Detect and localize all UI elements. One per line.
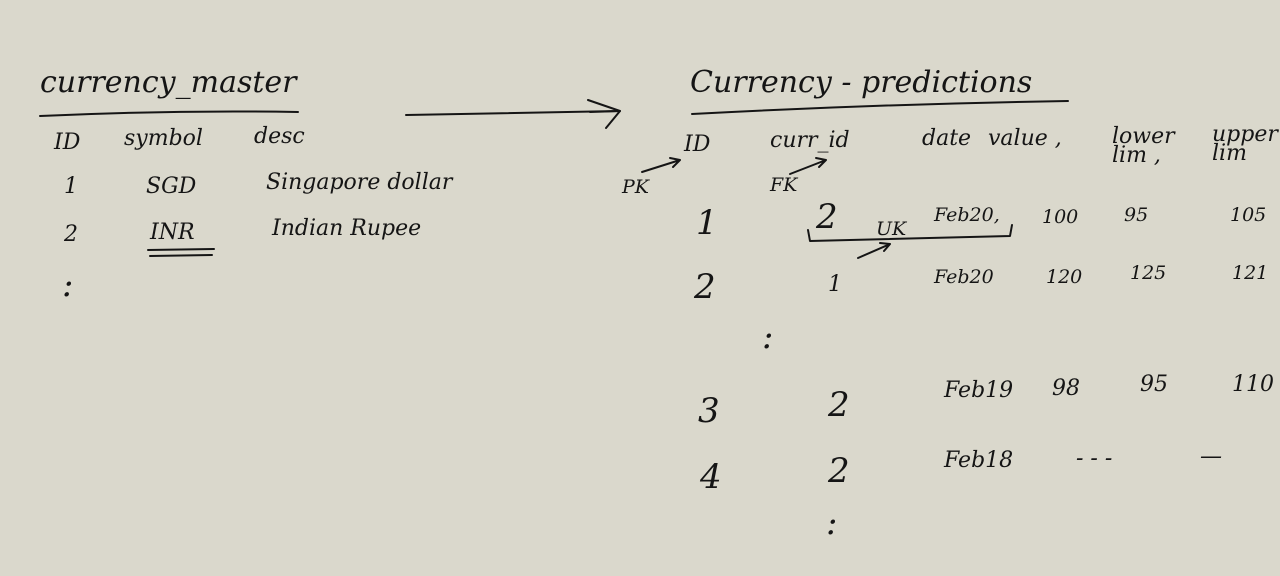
left-header-desc: desc xyxy=(254,124,305,149)
right-row1-date: Feb20, xyxy=(934,204,1000,226)
right-row3-id: 3 xyxy=(698,391,720,431)
pk-label: PK xyxy=(622,176,649,198)
right-row3-value: 98 xyxy=(1052,376,1080,401)
right-row4-date: Feb18 xyxy=(944,448,1014,473)
right-row1-upper: 105 xyxy=(1230,204,1267,226)
right-row1-lower: 95 xyxy=(1124,204,1149,226)
right-row4-id: 4 xyxy=(700,457,722,497)
right-bottom-continuation-dots: : xyxy=(826,503,838,543)
whiteboard-canvas: currency_master ID symbol desc 1 SGD Sin… xyxy=(0,0,1280,576)
left-row2-desc: Indian Rupee xyxy=(272,216,422,241)
right-header-date: date xyxy=(922,126,972,151)
inr-double-underline xyxy=(147,248,215,257)
fk-label: FK xyxy=(770,174,798,196)
right-row4-upper: — xyxy=(1200,444,1222,469)
right-row2-id: 2 xyxy=(694,267,716,307)
right-table-title: Currency - predictions xyxy=(690,65,1033,100)
right-header-id: ID xyxy=(684,132,711,157)
left-title-underline xyxy=(39,110,299,117)
right-title-underline xyxy=(691,100,1069,115)
right-row2-date: Feb20 xyxy=(934,266,994,288)
right-row2-value: 120 xyxy=(1046,266,1083,288)
left-header-symbol: symbol xyxy=(124,126,203,151)
left-row1-id: 1 xyxy=(64,174,78,199)
left-row2-symbol: INR xyxy=(150,220,195,245)
right-row1-curr-id: 2 xyxy=(816,197,838,237)
crows-foot-icon xyxy=(587,99,621,129)
right-row4-curr-id: 2 xyxy=(828,451,850,491)
right-mid-continuation-dots: : xyxy=(762,317,774,357)
right-header-curr-id: curr_id xyxy=(770,128,850,153)
right-row2-curr-id: 1 xyxy=(828,272,842,297)
uk-label: UK xyxy=(876,218,907,240)
left-header-id: ID xyxy=(54,130,81,155)
right-header-upper-lim: upper lim xyxy=(1212,122,1278,166)
left-row2-id: 2 xyxy=(64,222,78,247)
uk-arrow-icon xyxy=(857,242,891,259)
right-row3-upper: 110 xyxy=(1232,372,1274,397)
right-row2-lower: 125 xyxy=(1130,262,1167,284)
left-table-title: currency_master xyxy=(40,65,297,100)
left-continuation-dots: : xyxy=(62,265,74,305)
right-row2-upper: 121 xyxy=(1232,262,1269,284)
left-row1-desc: Singapore dollar xyxy=(266,170,453,195)
right-row1-id: 1 xyxy=(696,203,718,243)
right-row3-curr-id: 2 xyxy=(828,385,850,425)
uk-bracket xyxy=(807,224,1013,242)
left-row1-symbol: SGD xyxy=(146,174,197,199)
relationship-line xyxy=(405,110,621,116)
right-row3-lower: 95 xyxy=(1140,372,1168,397)
right-header-value: value , xyxy=(988,126,1062,151)
fk-arrow-icon xyxy=(789,157,827,175)
right-header-lower-lim: lower lim , xyxy=(1112,124,1175,168)
pk-arrow-icon xyxy=(641,157,681,173)
right-row3-date: Feb19 xyxy=(944,378,1014,403)
right-row1-value: 100 xyxy=(1042,206,1079,228)
right-row4-value: - - - xyxy=(1076,446,1113,471)
